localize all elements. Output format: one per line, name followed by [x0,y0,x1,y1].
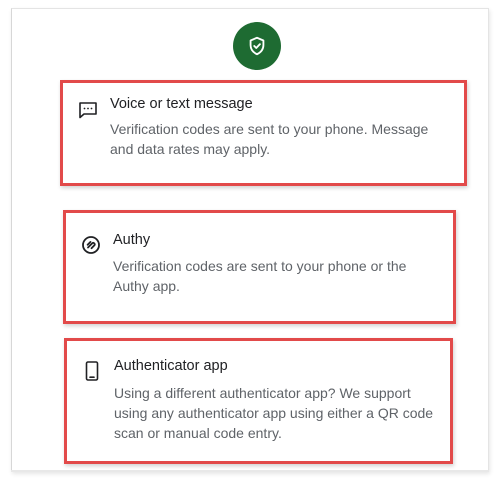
option-voice-or-text-message[interactable]: Voice or text message Verification codes… [60,80,467,186]
option-description: Using a different authenticator app? We … [114,385,434,441]
option-title: Authenticator app [114,358,228,374]
authy-icon [80,234,102,256]
option-title: Voice or text message [110,96,253,112]
option-authy[interactable]: Authy Verification codes are sent to you… [63,210,456,324]
option-authenticator-app[interactable]: Authenticator app Using a different auth… [64,338,453,464]
shield-check-icon [233,22,281,70]
option-title: Authy [113,232,151,248]
panel-bottom-edge [11,470,489,472]
option-description: Verification codes are sent to your phon… [110,121,429,157]
smartphone-icon [81,360,103,382]
option-description: Verification codes are sent to your phon… [113,258,407,294]
message-dots-icon [77,99,99,121]
